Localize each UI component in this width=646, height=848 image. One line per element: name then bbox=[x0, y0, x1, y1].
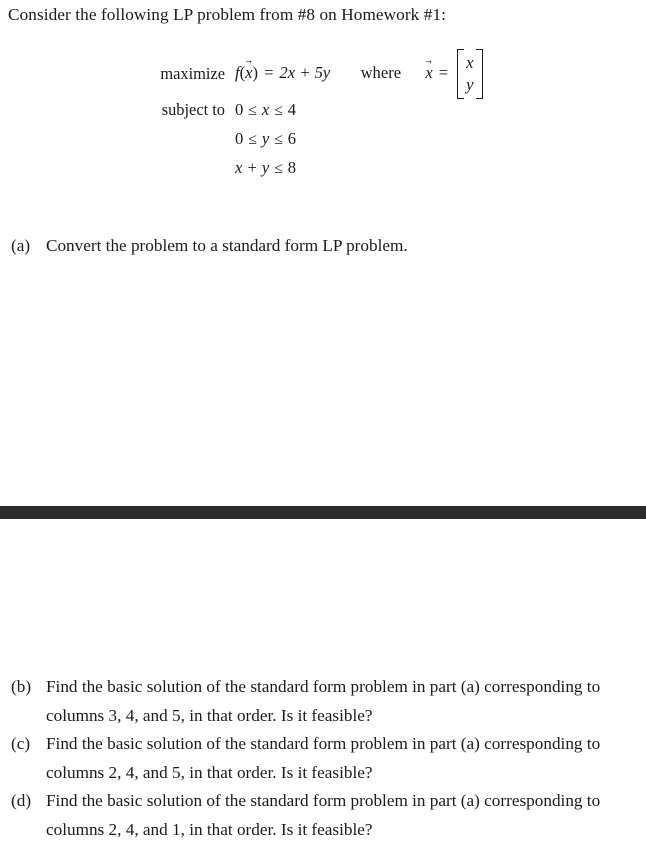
problem-item-b-label: (b) bbox=[11, 677, 32, 696]
problem-item-c-text: Find the basic solution of the standard … bbox=[46, 734, 601, 782]
constraint-1-upper: 4 bbox=[287, 100, 297, 119]
objective-rhs: 2x + 5y bbox=[279, 62, 331, 82]
constraint-2-op-2: ≤ bbox=[274, 131, 283, 148]
constraint-1-op-1: ≤ bbox=[248, 102, 257, 119]
problem-item-c-label: (c) bbox=[11, 734, 31, 753]
constraint-1-op-2: ≤ bbox=[274, 102, 283, 119]
constraint-2-op-1: ≤ bbox=[248, 131, 257, 148]
constraint-row-1: subject to 0 ≤ x ≤4 bbox=[0, 100, 646, 129]
page-intro-text: Consider the following LP problem from #… bbox=[8, 5, 447, 24]
dark-separator-bar bbox=[0, 506, 646, 519]
problem-item-b-text: Find the basic solution of the standard … bbox=[46, 677, 601, 725]
constraint-3-sum: x + y bbox=[235, 158, 270, 177]
right-bracket-icon bbox=[475, 49, 483, 99]
vector-entry-y: y bbox=[466, 75, 474, 94]
problem-item-d-text: Find the basic solution of the standard … bbox=[46, 791, 601, 839]
problem-item-a: (a) Convert the problem to a standard fo… bbox=[11, 232, 643, 261]
constraint-row-2: subject to 0≤y≤6 bbox=[0, 129, 646, 158]
problem-item-c: (c) Find the basic solution of the stand… bbox=[11, 730, 643, 787]
constraint-3-upper: 8 bbox=[287, 158, 297, 177]
lp-problem-math-block: maximize f(x)=2x + 5y where x=xy subject… bbox=[0, 48, 646, 187]
vector-equals: = bbox=[438, 62, 449, 82]
vector-variable-symbol: x bbox=[425, 63, 432, 83]
constraint-3-expression: x + y ≤8 bbox=[235, 158, 296, 178]
constraints-keyword: subject to bbox=[161, 100, 225, 119]
problem-item-a-text: Convert the problem to a standard form L… bbox=[46, 236, 408, 255]
constraint-2-upper: 6 bbox=[287, 129, 297, 148]
objective-function-arg: x bbox=[245, 63, 252, 83]
constraint-row-3: subject to x + y≤8 bbox=[0, 158, 646, 187]
objective-row: maximize f(x)=2x + 5y where x=xy bbox=[0, 48, 646, 100]
constraint-1-expression: 0 ≤ x ≤4 bbox=[235, 100, 296, 120]
problem-item-a-label: (a) bbox=[11, 236, 31, 255]
objective-expression: f(x)=2x + 5y where x=xy bbox=[235, 49, 483, 99]
objective-keyword: maximize bbox=[160, 64, 225, 83]
problem-item-d-label: (d) bbox=[11, 791, 32, 810]
vector-entry-x: x bbox=[466, 53, 474, 72]
constraint-3-op: ≤ bbox=[274, 160, 283, 177]
column-vector: xy bbox=[457, 49, 483, 99]
problem-item-b: (b) Find the basic solution of the stand… bbox=[11, 673, 643, 730]
constraint-2-expression: 0 ≤ y ≤6 bbox=[235, 129, 296, 149]
where-label: where bbox=[360, 62, 402, 82]
problem-item-d: (d) Find the basic solution of the stand… bbox=[11, 787, 643, 844]
left-bracket-icon bbox=[457, 49, 465, 99]
objective-equals: = bbox=[264, 62, 274, 82]
